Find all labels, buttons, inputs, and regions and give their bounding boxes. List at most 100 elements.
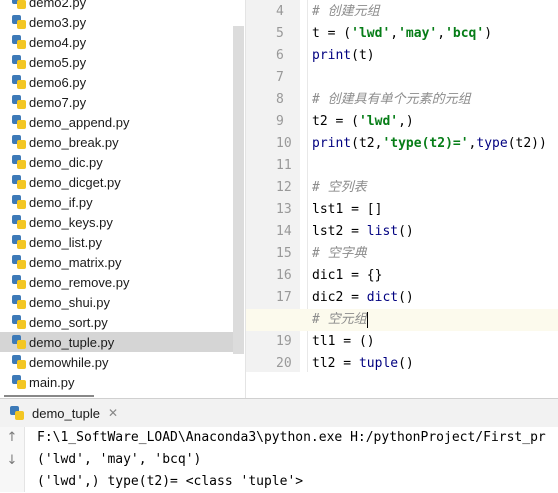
python-file-icon	[12, 175, 26, 189]
python-file-icon	[12, 155, 26, 169]
code-line[interactable]: # 创建元组	[312, 1, 380, 23]
line-number: 4	[276, 4, 284, 19]
line-number: 14	[276, 224, 292, 239]
tree-item-label: demo_shui.py	[29, 294, 110, 310]
python-file-icon	[12, 15, 26, 29]
tree-item-label: demo_dicget.py	[29, 174, 121, 190]
tree-item[interactable]: demowhile.py	[0, 352, 233, 372]
code-line[interactable]: t = ('lwd','may','bcq')	[312, 23, 492, 45]
tree-item-label: demo_matrix.py	[29, 254, 122, 270]
close-icon[interactable]: ✕	[108, 406, 118, 420]
arrow-up-icon[interactable]: ↑	[5, 431, 19, 445]
python-file-icon	[12, 375, 26, 389]
line-number: 12	[276, 180, 292, 195]
tree-item-label: demo_list.py	[29, 234, 102, 250]
code-line[interactable]: dic1 = {}	[312, 265, 382, 287]
python-file-icon	[12, 255, 26, 269]
python-file-icon	[12, 55, 26, 69]
tree-item-label: demo_tuple.py	[29, 334, 115, 350]
line-number: 15	[276, 246, 292, 261]
project-tree: demo2.py demo3.py demo4.py demo5.py demo6.py…	[0, 0, 246, 398]
python-file-icon	[12, 335, 26, 349]
tree-item-label: demo4.py	[29, 34, 87, 50]
tree-item[interactable]: demo_remove.py	[0, 272, 233, 292]
python-file-icon	[12, 35, 26, 49]
python-file-icon	[12, 0, 26, 9]
tree-item-label: demo_sort.py	[29, 314, 108, 330]
python-file-icon	[12, 135, 26, 149]
code-line[interactable]: tl2 = tuple()	[312, 353, 414, 372]
tree-item[interactable]: demo_shui.py	[0, 292, 233, 312]
run-tool-window-header: demo_tuple ✕	[0, 398, 558, 428]
tree-item[interactable]: demo_keys.py	[0, 212, 233, 232]
python-file-icon	[10, 406, 24, 420]
run-console[interactable]: ↑ ↓ F:\1_SoftWare_LOAD\Anaconda3\python.…	[0, 427, 558, 492]
current-line-highlight	[246, 309, 558, 331]
python-file-icon	[12, 275, 26, 289]
run-tab-demo-tuple[interactable]: demo_tuple ✕	[10, 399, 118, 427]
console-line: ('lwd',) type(t2)= <class 'tuple'>	[37, 474, 304, 489]
tree-item[interactable]: demo5.py	[0, 52, 233, 72]
code-line[interactable]: # 空字典	[312, 243, 367, 265]
tree-item[interactable]: demo6.py	[0, 72, 233, 92]
code-editor[interactable]: 4567891011121314151617181920 # 创建元组t = (…	[246, 0, 558, 372]
tree-item[interactable]: demo4.py	[0, 32, 233, 52]
line-number: 8	[276, 92, 284, 107]
line-number: 17	[276, 290, 292, 305]
tree-item[interactable]: demo_break.py	[0, 132, 233, 152]
text-cursor	[366, 311, 368, 328]
code-line[interactable]: # 创建具有单个元素的元组	[312, 89, 471, 111]
line-number: 16	[276, 268, 292, 283]
tree-item[interactable]: demo_dic.py	[0, 152, 233, 172]
code-line[interactable]: # 空元组	[312, 309, 368, 331]
code-line[interactable]: # 空列表	[312, 177, 367, 199]
tree-item-label: demo_remove.py	[29, 274, 130, 290]
tree-item-label: main.py	[29, 374, 75, 390]
tree-item[interactable]: demo2.py	[0, 0, 233, 12]
tree-item[interactable]: demo_sort.py	[0, 312, 233, 332]
tree-item[interactable]: demo_matrix.py	[0, 252, 233, 272]
tree-item[interactable]: demo3.py	[0, 12, 233, 32]
tree-item[interactable]: demo_dicget.py	[0, 172, 233, 192]
python-file-icon	[12, 75, 26, 89]
tree-item[interactable]: demo_list.py	[0, 232, 233, 252]
python-file-icon	[12, 295, 26, 309]
tree-item-label: demo_if.py	[29, 194, 93, 210]
line-number: 10	[276, 136, 292, 151]
code-line[interactable]: lst2 = list()	[312, 221, 414, 243]
arrow-down-icon[interactable]: ↓	[5, 454, 19, 468]
code-line[interactable]: print(t)	[312, 45, 375, 67]
tree-item-label: demo3.py	[29, 14, 87, 30]
line-number: 19	[276, 334, 292, 349]
line-number: 20	[276, 356, 292, 371]
code-line[interactable]: t2 = ('lwd',)	[312, 111, 414, 133]
tree-item-label: demowhile.py	[29, 354, 109, 370]
tree-item[interactable]: demo7.py	[0, 92, 233, 112]
tree-item[interactable]: main.py	[0, 372, 233, 392]
line-number: 9	[276, 114, 284, 129]
tree-scrollbar[interactable]	[233, 26, 244, 354]
tree-item[interactable]: demo_if.py	[0, 192, 233, 212]
line-number: 13	[276, 202, 292, 217]
tree-item-label: demo_keys.py	[29, 214, 113, 230]
tree-item-label: demo_dic.py	[29, 154, 103, 170]
line-number: 11	[276, 158, 292, 173]
python-file-icon	[12, 195, 26, 209]
code-line[interactable]: print(t2,'type(t2)=',type(t2))	[312, 133, 547, 155]
console-line: ('lwd', 'may', 'bcq')	[37, 452, 202, 467]
tree-item-label: demo2.py	[29, 0, 87, 10]
tree-item-label: demo7.py	[29, 94, 87, 110]
line-number: 7	[276, 70, 284, 85]
code-line[interactable]: lst1 = []	[312, 199, 382, 221]
code-line[interactable]: tl1 = ()	[312, 331, 375, 353]
run-tab-label: demo_tuple	[32, 405, 100, 421]
line-number: 5	[276, 26, 284, 41]
line-number: 6	[276, 48, 284, 63]
tree-item[interactable]: demo_append.py	[0, 112, 233, 132]
tree-item[interactable]: demo_tuple.py	[0, 332, 233, 352]
console-line: F:\1_SoftWare_LOAD\Anaconda3\python.exe …	[37, 430, 546, 445]
code-line[interactable]: dic2 = dict()	[312, 287, 414, 309]
python-file-icon	[12, 115, 26, 129]
python-file-icon	[12, 95, 26, 109]
python-file-icon	[12, 235, 26, 249]
